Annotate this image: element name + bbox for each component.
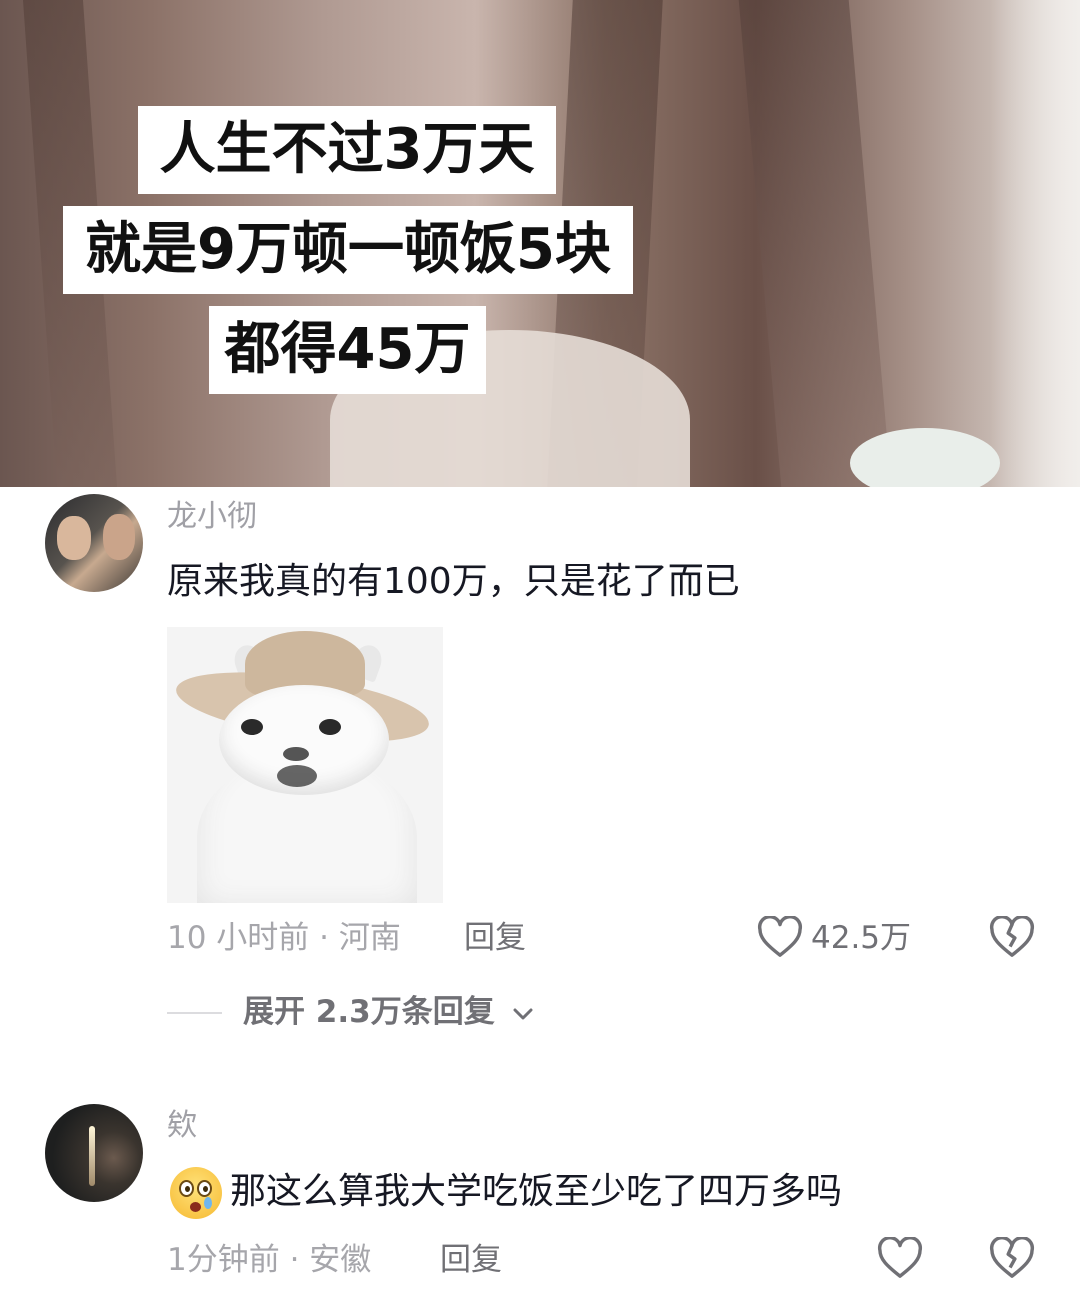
comment-username[interactable]: 欸 [167, 1106, 197, 1146]
broken-heart-icon[interactable] [989, 1237, 1035, 1279]
heart-outline-icon[interactable] [757, 916, 803, 958]
heart-outline-icon[interactable] [877, 1237, 923, 1279]
reply-button[interactable]: 回复 [464, 917, 526, 959]
cat-eye [319, 719, 341, 735]
reply-button[interactable]: 回复 [440, 1239, 502, 1281]
emoji-tear [204, 1197, 212, 1209]
avatar[interactable] [45, 1104, 143, 1202]
emoji-mouth [190, 1202, 201, 1212]
video-preview[interactable]: 人生不过3万天 就是9万顿一顿饭5块 都得45万 [0, 0, 1080, 487]
cat-head [219, 685, 389, 795]
avatar-tower-light [89, 1126, 95, 1186]
video-background-flower [850, 428, 1000, 487]
comment-username[interactable]: 龙小彻 [167, 497, 257, 537]
avatar-figure [103, 514, 135, 560]
avatar-figure [57, 516, 91, 560]
comment-text: 原来我真的有100万，只是花了而已 [167, 561, 740, 602]
expand-replies-button[interactable]: 展开 2.3万条回复 [243, 991, 534, 1033]
comment-meta: 1分钟前 · 安徽 [167, 1242, 372, 1278]
video-background-light [990, 0, 1080, 487]
video-caption-line-1: 人生不过3万天 [138, 106, 556, 194]
video-caption-line-2: 就是9万顿一顿饭5块 [63, 206, 633, 294]
emoji-eye [197, 1180, 212, 1197]
comment-meta: 10 小时前 · 河南 [167, 920, 401, 956]
cat-eye [241, 719, 263, 735]
broken-heart-icon[interactable] [989, 916, 1035, 958]
avatar[interactable] [45, 494, 143, 592]
like-count: 42.5万 [811, 920, 912, 956]
chevron-down-icon [513, 1008, 533, 1019]
video-caption-line-3: 都得45万 [209, 306, 486, 394]
expand-replies-label: 展开 2.3万条回复 [243, 994, 495, 1030]
cat-nose [283, 747, 309, 761]
expand-divider [167, 1012, 222, 1014]
cat-in-hat-sticker[interactable] [167, 627, 443, 903]
emoji-eye [179, 1180, 194, 1197]
video-background-hair [738, 0, 892, 487]
comment-text: 那这么算我大学吃饭至少吃了四万多吗 [230, 1171, 843, 1212]
shocked-crying-emoji [170, 1167, 222, 1219]
cat-mouth [277, 765, 317, 787]
